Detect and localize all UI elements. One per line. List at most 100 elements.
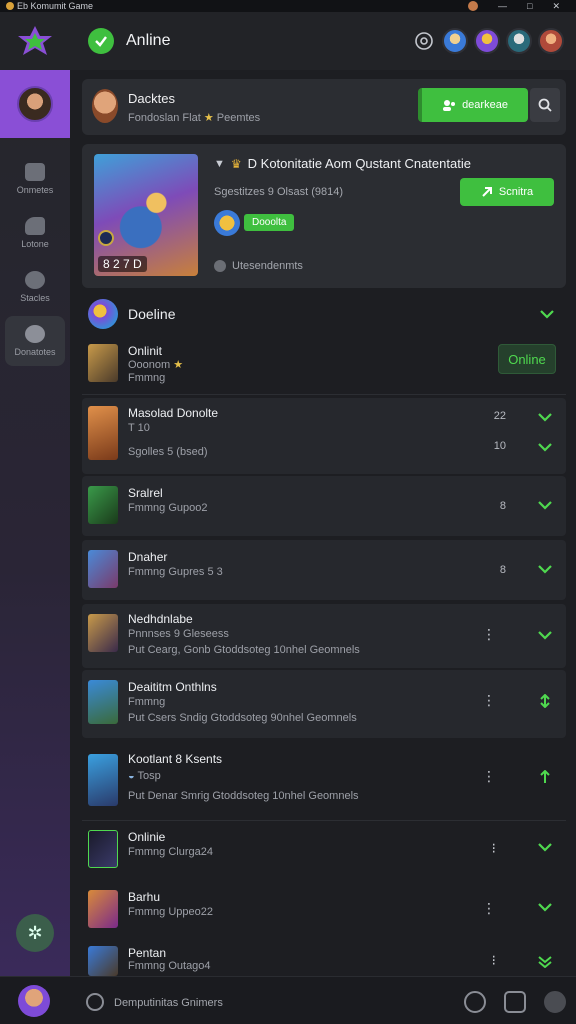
game-thumbnail (88, 754, 118, 806)
gear-icon: ✲ (27, 922, 43, 943)
featured-title-row: ▼ ♛ D Kotonitatie Aom Qustant Cnatentati… (214, 156, 471, 171)
sidebar-profile[interactable] (0, 70, 70, 138)
bottom-status-text: Demputinitas Gnimers (114, 997, 223, 1009)
game-status: Sgolles 5 (bsed) (128, 446, 208, 458)
game-subtitle: Fmmng Outago4 (128, 960, 211, 972)
friend-avatar[interactable] (442, 28, 468, 54)
game-thumbnail (88, 890, 118, 928)
online-status-icon[interactable] (88, 28, 114, 54)
sidebar-item-settings[interactable]: Donatotes (5, 316, 65, 366)
list-item[interactable]: Nedhdnlabe Pnnnses 9 Gleseess Put Cearg,… (82, 604, 566, 668)
more-options-icon[interactable]: ⋮ (482, 626, 496, 643)
app-logo[interactable] (0, 12, 70, 70)
game-title: Kootlant 8 Ksents (128, 752, 223, 766)
star-icon: ★ (173, 359, 184, 371)
chevron-down-icon[interactable] (538, 442, 552, 452)
featured-footer: Utesendenmts (214, 260, 303, 272)
library-icon (25, 217, 45, 235)
left-sidebar: Onmetes Lotone Stacles Donatotes ✲ (0, 70, 70, 976)
launch-button[interactable]: Scnitra (460, 178, 554, 206)
user-mini-avatar[interactable] (468, 1, 479, 11)
add-friend-button[interactable]: dearkeae (418, 88, 528, 122)
more-options-icon[interactable]: ⁝ (492, 840, 496, 857)
sidebar-item-store[interactable]: Onmetes (5, 154, 65, 204)
chevron-down-icon[interactable] (538, 902, 552, 912)
more-options-icon[interactable]: ⋮ (482, 900, 496, 917)
featured-subtitle: Sgestitzes 9 Olsast (9814) (214, 186, 344, 198)
close-button[interactable]: ✕ (552, 1, 560, 12)
chevron-down-icon[interactable] (540, 309, 554, 319)
add-button-label: dearkeae (462, 99, 508, 111)
list-item[interactable]: Onlinie Fmmng Clurga24 ⁝ (82, 822, 566, 878)
upload-icon[interactable] (504, 991, 526, 1013)
search-button[interactable] (530, 88, 560, 122)
game-subtitle: T 10 (128, 422, 150, 434)
player-avatar[interactable] (214, 210, 240, 236)
player-count: 8 (499, 564, 506, 576)
game-thumbnail (88, 486, 118, 524)
game-subtitle-text: Ooonom (128, 359, 171, 371)
game-subtitle: Fmmng Gupres 5 3 (128, 566, 223, 578)
game-subtitle: Ooonom ★ (128, 358, 183, 371)
heart-icon[interactable] (214, 260, 226, 272)
game-details: Put Denar Smrig Gtoddsoteg 10nhel Geomne… (128, 790, 359, 802)
game-details: Put Cearg, Gonb Gtoddsoteg 10nhel Geomne… (128, 644, 360, 656)
expand-icon[interactable] (538, 770, 552, 784)
game-thumbnail (88, 344, 118, 382)
list-item[interactable]: Deaititm Onthlns Fmmng Put Csers Sndig G… (82, 670, 566, 738)
expand-icon[interactable] (538, 694, 552, 708)
sidebar-item-library[interactable]: Lotone (5, 208, 65, 258)
chevron-down-icon[interactable] (538, 842, 552, 852)
chevron-down-icon[interactable] (538, 564, 552, 574)
title-bar: Eb Komumit Game — □ ✕ (0, 0, 576, 12)
list-item[interactable]: Onlinit Ooonom ★ Fmmng Online (82, 336, 566, 392)
more-options-icon[interactable]: ⋮ (482, 768, 496, 785)
settings-fab-button[interactable]: ✲ (16, 914, 54, 952)
profile-avatar[interactable] (92, 89, 118, 123)
game-subtitle: Pnnnses 9 Gleseess (128, 628, 229, 640)
logo-icon (18, 26, 52, 55)
featured-game-card[interactable]: 8 2 7 D ▼ ♛ D Kotonitatie Aom Qustant Cn… (82, 144, 566, 288)
profile-avatar (17, 86, 53, 122)
list-item[interactable]: Barhu Fmmng Uppeo22 ⋮ (82, 882, 566, 938)
menu-icon[interactable] (544, 991, 566, 1013)
play-icon (482, 187, 492, 197)
section-avatar (88, 299, 118, 329)
section-header[interactable]: Doeline (82, 296, 566, 332)
maximize-button[interactable]: □ (527, 1, 532, 11)
friend-avatar[interactable] (538, 28, 564, 54)
online-status-label: Anline (126, 32, 171, 49)
more-options-icon[interactable]: ⁝ (492, 952, 496, 969)
friend-avatar[interactable] (474, 28, 500, 54)
list-item[interactable]: Masolad Donolte T 10 Sgolles 5 (bsed) 22… (82, 398, 566, 474)
friend-avatar[interactable] (506, 28, 532, 54)
minimize-button[interactable]: — (498, 1, 507, 11)
chevron-down-icon[interactable] (538, 956, 552, 968)
list-item[interactable]: Dnaher Fmmng Gupres 5 3 8 (82, 540, 566, 600)
chevron-down-icon[interactable] (538, 630, 552, 640)
list-item[interactable]: Kootlant 8 Ksents ◒ Tosp Put Denar Smrig… (82, 744, 566, 818)
featured-tag[interactable]: Dooolta (244, 214, 295, 231)
online-badge[interactable]: Online (498, 344, 556, 374)
chat-icon[interactable] (464, 991, 486, 1013)
game-cover-art[interactable]: 8 2 7 D (94, 154, 198, 276)
chevron-down-icon[interactable]: ▼ (214, 158, 225, 170)
status-icon[interactable] (86, 993, 104, 1011)
chevron-down-icon[interactable] (538, 500, 552, 510)
sidebar-item-friends[interactable]: Stacles (5, 262, 65, 312)
sidebar-item-label: Lotone (21, 239, 49, 249)
chevron-down-icon[interactable] (538, 412, 552, 422)
game-thumbnail (88, 680, 118, 724)
user-avatar[interactable] (18, 985, 50, 1017)
game-thumbnail (88, 946, 118, 976)
game-title: Deaititm Onthlns (128, 680, 217, 694)
game-details: Put Csers Sndig Gtoddsoteg 90nhel Geomne… (128, 712, 357, 724)
more-options-icon[interactable]: ⋮ (482, 692, 496, 709)
rank-badge-icon (98, 230, 114, 246)
game-title: Masolad Donolte (128, 406, 219, 420)
list-item[interactable]: Sralrel Fmmng Gupoo2 8 (82, 476, 566, 536)
game-title: Nedhdnlabe (128, 612, 193, 626)
sidebar-item-label: Stacles (20, 293, 50, 303)
list-item[interactable]: Pentan Fmmng Outago4 ⁝ (82, 940, 566, 976)
chat-icon[interactable] (412, 29, 436, 53)
